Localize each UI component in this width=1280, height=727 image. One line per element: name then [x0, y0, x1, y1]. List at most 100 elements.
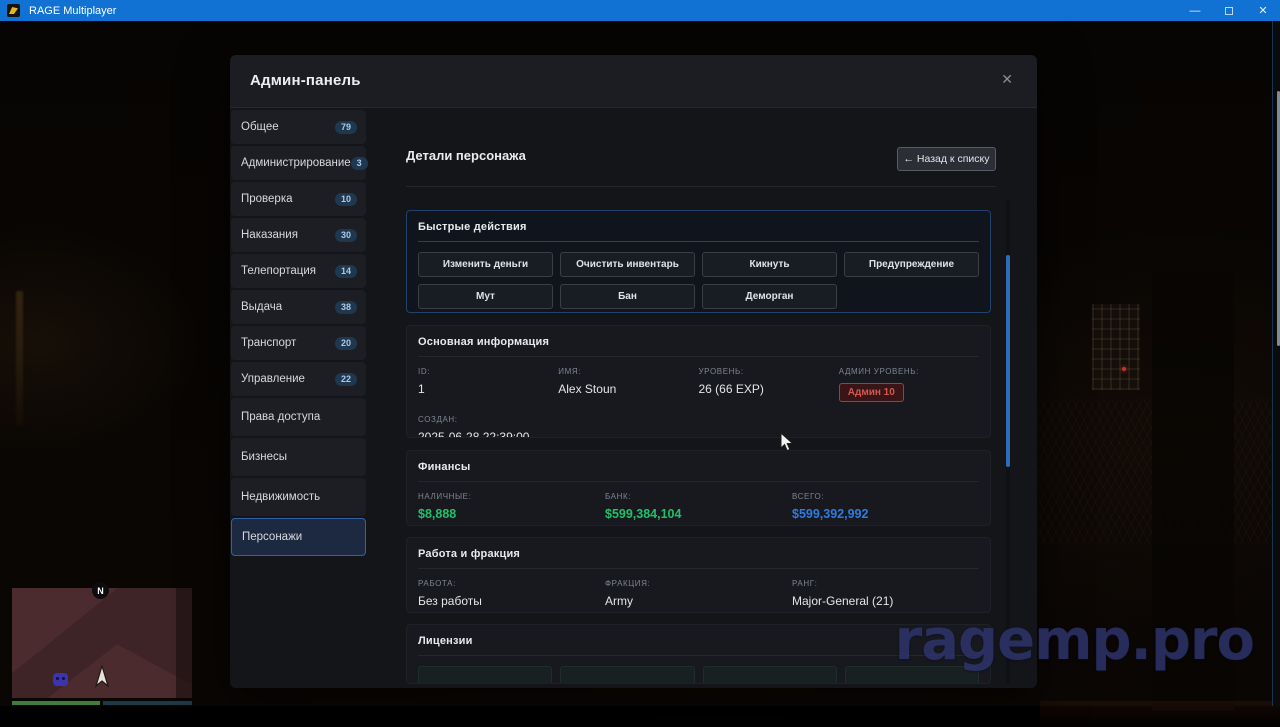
- sidebar-item-label: Наказания: [241, 229, 298, 241]
- finance-panel: Финансы НАЛИЧНЫЕ: $8,888 БАНК: $599,384,…: [406, 450, 991, 526]
- mask-shop-blip-icon: [53, 673, 68, 686]
- minimap-shadow: [176, 588, 192, 698]
- warn-button[interactable]: Предупреждение: [844, 252, 979, 277]
- page-title: Детали персонажа: [406, 148, 526, 163]
- divider: [418, 481, 979, 482]
- close-window-button[interactable]: ✕: [1246, 0, 1280, 21]
- sidebar-item-label: Персонажи: [242, 531, 302, 543]
- field-label: УРОВЕНЬ:: [699, 367, 839, 376]
- field-label: БАНК:: [605, 492, 792, 501]
- minimize-button[interactable]: —: [1178, 0, 1212, 21]
- admin-level-badge: Админ 10: [839, 383, 904, 402]
- admin-panel-modal: Админ-панель ✕ Общее 79 Администрировани…: [230, 55, 1037, 688]
- field-job: РАБОТА: Без работы: [418, 579, 605, 608]
- sidebar-item-label: Права доступа: [241, 411, 320, 423]
- tower-red-light: [1122, 367, 1126, 371]
- watermark: ragemp.pro: [895, 608, 1254, 673]
- sidebar-item-teleportation[interactable]: Телепортация 14: [231, 254, 366, 288]
- field-value: Без работы: [418, 594, 605, 608]
- field-value: Major-General (21): [792, 594, 979, 608]
- field-label: НАЛИЧНЫЕ:: [418, 492, 605, 501]
- bank-value: $599,384,104: [605, 507, 792, 521]
- field-label: АДМИН УРОВЕНЬ:: [839, 367, 979, 376]
- field-faction: ФРАКЦИЯ: Army: [605, 579, 792, 608]
- change-money-button[interactable]: Изменить деньги: [418, 252, 553, 277]
- sidebar-item-label: Общее: [241, 121, 279, 133]
- sidebar-item-label: Выдача: [241, 301, 282, 313]
- total-value: $599,392,992: [792, 507, 979, 521]
- mouse-cursor: [780, 432, 794, 452]
- basic-info-panel: Основная информация ID: 1 ИМЯ: Alex Stou…: [406, 325, 991, 438]
- sidebar-item-badge: 10: [335, 193, 357, 206]
- field-id: ID: 1: [418, 367, 558, 402]
- modal-header: Админ-панель ✕: [230, 55, 1037, 108]
- sidebar-item-label: Транспорт: [241, 337, 296, 349]
- sidebar-item-badge: 30: [335, 229, 357, 242]
- divider: [418, 356, 979, 357]
- section-title: Основная информация: [418, 336, 979, 348]
- ground-glow: [1040, 701, 1280, 727]
- demorgan-button[interactable]: Деморган: [702, 284, 837, 309]
- player-arrow-icon: [94, 665, 110, 689]
- sidebar-item-permissions[interactable]: Права доступа: [231, 398, 366, 436]
- sidebar-item-businesses[interactable]: Бизнесы: [231, 438, 366, 476]
- mute-button[interactable]: Мут: [418, 284, 553, 309]
- field-created: СОЗДАН: 2025-06-28 22:39:00: [418, 415, 979, 438]
- armor-bar: [103, 701, 192, 705]
- sidebar-item-badge: 22: [335, 373, 357, 386]
- cash-value: $8,888: [418, 507, 605, 521]
- compass-north-icon: N: [92, 582, 109, 599]
- sidebar-item-label: Бизнесы: [241, 451, 287, 463]
- sidebar-item-checks[interactable]: Проверка 10: [231, 182, 366, 216]
- field-value: Alex Stoun: [558, 382, 698, 396]
- content-scrollbar-thumb[interactable]: [1006, 255, 1010, 467]
- sidebar-item-label: Администрирование: [241, 157, 351, 169]
- sidebar-item-management[interactable]: Управление 22: [231, 362, 366, 396]
- window-title: RAGE Multiplayer: [29, 5, 116, 17]
- maximize-button[interactable]: [1212, 0, 1246, 21]
- job-faction-panel: Работа и фракция РАБОТА: Без работы ФРАК…: [406, 537, 991, 613]
- divider: [418, 241, 979, 242]
- back-to-list-button[interactable]: ← Назад к списку: [897, 147, 996, 171]
- field-rank: РАНГ: Major-General (21): [792, 579, 979, 608]
- sidebar-item-badge: 38: [335, 301, 357, 314]
- sidebar-item-transport[interactable]: Транспорт 20: [231, 326, 366, 360]
- sidebar-item-label: Телепортация: [241, 265, 316, 277]
- sidebar-item-giving[interactable]: Выдача 38: [231, 290, 366, 324]
- sidebar-item-label: Проверка: [241, 193, 293, 205]
- section-title: Работа и фракция: [418, 548, 979, 560]
- sidebar-item-administration[interactable]: Администрирование 3: [231, 146, 366, 180]
- field-total: ВСЕГО: $599,392,992: [792, 492, 979, 521]
- maximize-icon: [1225, 7, 1233, 15]
- sidebar-item-label: Управление: [241, 373, 305, 385]
- field-label: ФРАКЦИЯ:: [605, 579, 792, 588]
- license-chip: [560, 666, 694, 684]
- field-value: 1: [418, 382, 558, 396]
- license-chip: [418, 666, 552, 684]
- sidebar-item-characters[interactable]: Персонажи: [231, 518, 366, 556]
- section-title: Быстрые действия: [418, 221, 979, 233]
- close-modal-icon[interactable]: ✕: [1001, 71, 1013, 88]
- sidebar-item-punishments[interactable]: Наказания 30: [231, 218, 366, 252]
- street-lamp: [16, 291, 23, 426]
- sidebar-item-real-estate[interactable]: Недвижимость: [231, 478, 366, 516]
- ban-button[interactable]: Бан: [560, 284, 695, 309]
- sidebar-item-label: Недвижимость: [241, 491, 320, 503]
- quick-actions-panel: Быстрые действия Изменить деньги Очистит…: [406, 210, 991, 313]
- license-chip: [703, 666, 837, 684]
- field-value: Army: [605, 594, 792, 608]
- sidebar-item-badge: 79: [335, 121, 357, 134]
- clear-inventory-button[interactable]: Очистить инвентарь: [560, 252, 695, 277]
- sidebar-item-badge: 3: [351, 157, 368, 170]
- field-bank: БАНК: $599,384,104: [605, 492, 792, 521]
- window-scrollbar[interactable]: [1272, 21, 1280, 706]
- field-admin-level: АДМИН УРОВЕНЬ: Админ 10: [839, 367, 979, 402]
- window-titlebar: RAGE Multiplayer — ✕: [0, 0, 1280, 21]
- field-label: СОЗДАН:: [418, 415, 979, 424]
- field-label: ID:: [418, 367, 558, 376]
- kick-button[interactable]: Кикнуть: [702, 252, 837, 277]
- field-label: РАНГ:: [792, 579, 979, 588]
- health-bar: [12, 701, 100, 705]
- sidebar-item-badge: 14: [335, 265, 357, 278]
- sidebar-item-general[interactable]: Общее 79: [231, 110, 366, 144]
